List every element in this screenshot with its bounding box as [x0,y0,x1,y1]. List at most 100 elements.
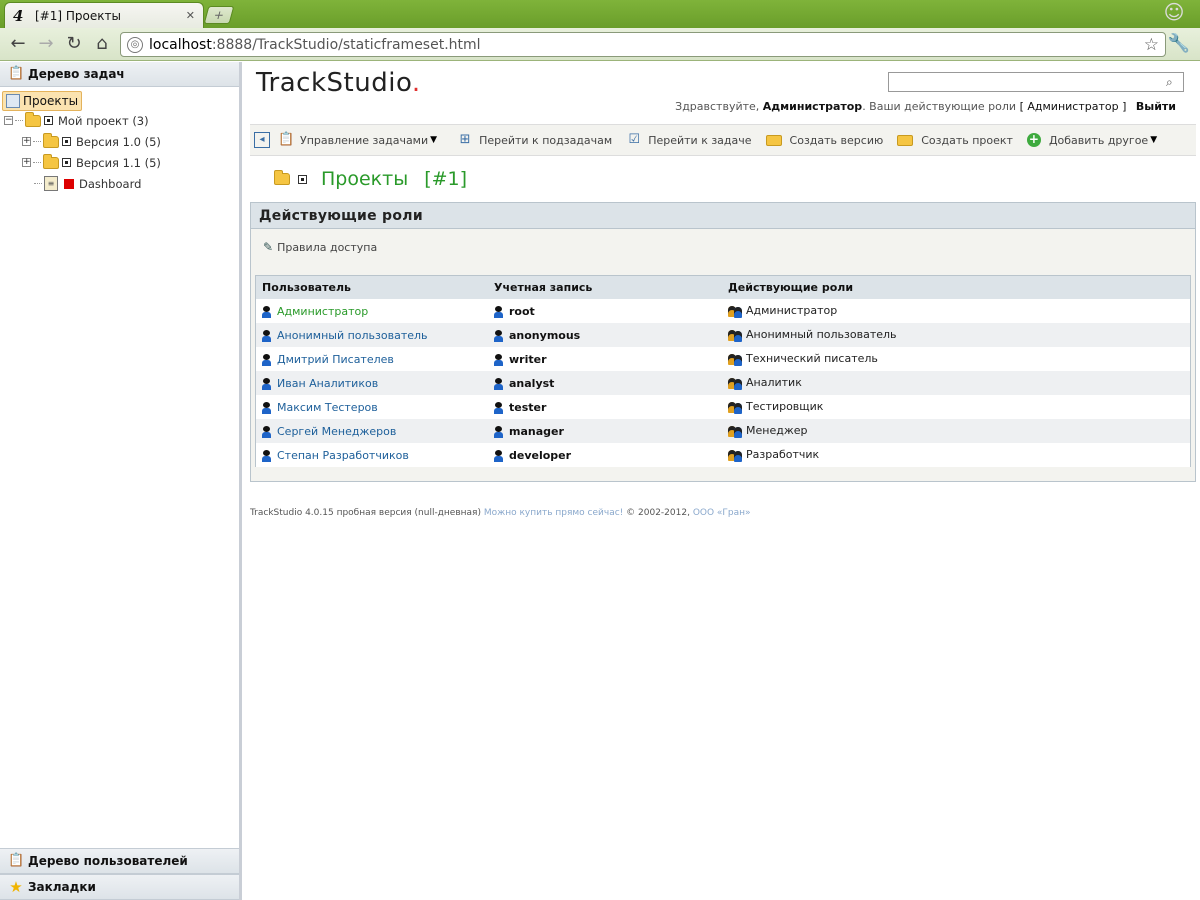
user-icon [494,425,503,438]
logo-text: TrackStudio [256,68,412,98]
roles-cell: Тестировщик [722,395,1190,419]
table-header-row: Пользователь Учетная запись Действующие … [256,276,1190,299]
browser-tab[interactable]: 4 [#1] Проекты ✕ [4,2,204,28]
user-icon [262,401,271,414]
user-tree-title: Дерево пользователей [28,854,188,868]
create-project-button[interactable]: Создать проект [897,134,1013,147]
add-other-menu[interactable]: + Добавить другое ▼ [1026,133,1157,147]
role-name: Менеджер [746,424,808,438]
tree-item-label: Dashboard [79,176,142,191]
roles-cell: Менеджер [722,419,1190,443]
roles-cell: Анонимный пользователь [722,323,1190,347]
collapse-icon[interactable]: − [4,116,13,125]
logout-link[interactable]: Выйти [1136,100,1176,113]
user-icon [494,329,503,342]
account-cell: developer [488,443,722,467]
user-icon [262,353,271,366]
account-login: analyst [509,376,555,390]
user-group-icon [728,401,743,414]
account-cell: writer [488,347,722,371]
column-header-user: Пользователь [256,276,488,299]
user-group-icon [728,377,743,390]
create-version-button[interactable]: Создать версию [765,134,883,147]
folder-icon [274,170,290,185]
task-tree-icon: 📋 [8,66,25,81]
effective-roles-title: Действующие роли [251,203,1195,229]
user-link[interactable]: Максим Тестеров [277,401,378,414]
user-link[interactable]: Сергей Менеджеров [277,425,396,438]
footer-copyright: © 2002-2012, [626,508,690,518]
action-toolbar: ◂ 📋 Управление задачами ▼ ⊞ Перейти к по… [250,124,1196,156]
task-tree: Проекты − Мой проект (3) + Версия 1.0 (5… [0,87,239,194]
user-icon [262,377,271,390]
tree-root-label: Проекты [23,93,79,108]
account-cell: tester [488,395,722,419]
user-link[interactable]: Администратор [277,305,368,318]
wrench-icon[interactable]: 🔧 [1168,33,1190,54]
collapse-sidebar-icon[interactable]: ◂ [254,132,270,148]
user-icon [494,449,503,462]
add-other-label: Добавить другое [1048,133,1149,147]
user-group-icon [728,449,743,462]
user-link[interactable]: Дмитрий Писателев [277,353,394,366]
page-task-number: [#1] [424,168,468,190]
task-marker-icon [298,174,307,184]
forward-icon[interactable]: → [34,33,58,55]
roles-table: Пользователь Учетная запись Действующие … [255,275,1191,467]
account-login: developer [509,448,572,462]
new-tab-button[interactable]: + [203,6,235,24]
expand-icon[interactable]: + [22,137,31,146]
go-subtasks-button[interactable]: ⊞ Перейти к подзадачам [457,132,613,148]
tree-item-my-project[interactable]: − Мой проект (3) [2,110,239,131]
user-link[interactable]: Иван Аналитиков [277,377,378,390]
tab-close-icon[interactable]: ✕ [186,9,195,22]
search-icon[interactable]: ⌕ [1166,75,1173,90]
user-icon [262,425,271,438]
tree-root-projects[interactable]: Проекты [2,90,83,111]
search-input[interactable] [888,72,1184,92]
folder-icon [43,132,59,148]
tree-item-label: Версия 1.1 (5) [76,155,161,170]
user-link[interactable]: Степан Разработчиков [277,449,409,462]
browser-tabstrip: 4 [#1] Проекты ✕ + ☺ [0,0,1200,28]
task-tree-header[interactable]: 📋 Дерево задач [0,62,239,87]
star-icon: ★ [9,878,23,896]
table-row: Дмитрий Писателев writer Технический писат… [256,347,1190,371]
manage-tasks-menu[interactable]: 📋 Управление задачами ▼ [278,132,437,148]
go-task-button[interactable]: ☑ Перейти к задаче [626,132,751,148]
account-login: anonymous [509,328,581,342]
current-role-link[interactable]: [ Администратор ] [1020,100,1127,113]
task-tree-title: Дерево задач [28,67,125,81]
tree-item-version-1-0[interactable]: + Версия 1.0 (5) [2,131,239,152]
tree-item-version-1-1[interactable]: + Версия 1.1 (5) [2,152,239,173]
access-rules-link[interactable]: ✎ Правила доступа [251,229,1195,265]
table-row: Степан Разработчиков developer Разработчик [256,443,1190,467]
user-link[interactable]: Анонимный пользователь [277,329,428,342]
main-content: TrackStudio. ⌕ Здравствуйте, Администрат… [246,62,1200,900]
folder-icon [897,134,914,146]
home-icon[interactable]: ⌂ [90,33,114,55]
user-tree-icon: 📋 [8,853,25,868]
folder-icon [25,111,41,127]
bookmarks-title: Закладки [28,880,96,894]
buy-link[interactable]: Можно купить прямо сейчас! [484,508,623,518]
address-bar[interactable]: ◎ localhost:8888/TrackStudio/staticframe… [120,32,1166,57]
bookmark-star-icon[interactable]: ☆ [1144,35,1159,55]
footer: TrackStudio 4.0.15 пробная версия (null-… [250,508,751,518]
company-link[interactable]: ООО «Гран» [693,508,751,518]
role-name: Тестировщик [746,400,824,414]
tree-item-dashboard[interactable]: ≡ Dashboard [2,173,239,194]
go-subtasks-label: Перейти к подзадачам [479,133,613,147]
back-icon[interactable]: ← [6,33,30,55]
roles-prefix: . Ваши действующие роли [862,100,1017,113]
user-group-icon [728,305,743,318]
user-tree-header[interactable]: 📋 Дерево пользователей [0,848,239,874]
subtasks-icon: ⊞ [459,132,471,147]
role-name: Администратор [746,304,838,318]
bookmarks-header[interactable]: ★ Закладки [0,874,239,900]
task-marker-icon [62,137,71,146]
expand-icon[interactable]: + [22,158,31,167]
logo-dot: . [411,68,421,98]
reload-icon[interactable]: ↻ [62,33,86,55]
user-group-icon [728,425,743,438]
